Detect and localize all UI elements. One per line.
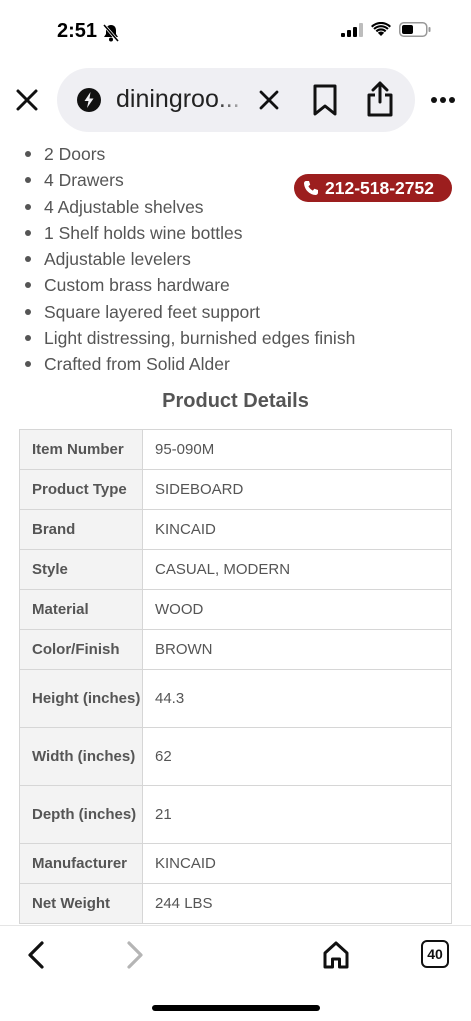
page-content: 2 Doors 4 Drawers 4 Adjustable shelves 1… (0, 138, 471, 925)
table-row: Product Type SIDEBOARD (19, 469, 452, 510)
tabs-button[interactable]: 40 (421, 940, 449, 968)
feature-item: 2 Doors (22, 143, 355, 169)
row-label: Width (inches) (19, 727, 143, 786)
row-label: Style (19, 549, 143, 590)
cellular-signal-icon (341, 22, 363, 37)
silent-bell-icon (102, 24, 120, 42)
row-value: 95-090M (142, 429, 452, 470)
phone-call-button[interactable]: 212-518-2752 (294, 174, 452, 202)
feature-item: Square layered feet support (22, 301, 355, 327)
row-value: 244 LBS (142, 883, 452, 924)
row-label: Item Number (19, 429, 143, 470)
address-bar[interactable]: diningroo... (57, 68, 415, 132)
table-row: Manufacturer KINCAID (19, 843, 452, 884)
row-label: Material (19, 589, 143, 630)
table-row: Net Weight 244 LBS (19, 883, 452, 924)
share-icon[interactable] (365, 80, 395, 118)
close-icon[interactable] (13, 86, 41, 114)
tab-count[interactable]: 40 (427, 946, 443, 962)
row-value: KINCAID (142, 509, 452, 550)
phone-icon (304, 181, 318, 195)
feature-item: Custom brass hardware (22, 274, 355, 300)
feature-item: Crafted from Solid Alder (22, 353, 355, 379)
row-value: KINCAID (142, 843, 452, 884)
back-arrow-icon[interactable] (24, 939, 48, 971)
status-bar: 2:51 (0, 0, 471, 62)
bookmark-icon[interactable] (311, 83, 339, 117)
row-label: Net Weight (19, 883, 143, 924)
status-time: 2:51 (57, 20, 98, 42)
bottom-toolbar: 40 (0, 925, 471, 1021)
feature-item: 1 Shelf holds wine bottles (22, 222, 355, 248)
home-icon[interactable] (322, 940, 350, 970)
table-row: Color/Finish BROWN (19, 629, 452, 670)
table-row: Width (inches) 62 (19, 727, 452, 786)
row-label: Product Type (19, 469, 143, 510)
feature-item: Light distressing, burnished edges finis… (22, 327, 355, 353)
table-row: Brand KINCAID (19, 509, 452, 550)
table-row: Height (inches) 44.3 (19, 669, 452, 728)
browser-toolbar: diningroo... (0, 62, 471, 138)
battery-icon (399, 22, 431, 37)
row-label: Brand (19, 509, 143, 550)
row-value: SIDEBOARD (142, 469, 452, 510)
row-label: Height (inches) (19, 669, 143, 728)
product-details-table: Item Number 95-090M Product Type SIDEBOA… (19, 429, 452, 924)
phone-number[interactable]: 212-518-2752 (325, 178, 434, 199)
row-label: Color/Finish (19, 629, 143, 670)
row-label: Depth (inches) (19, 785, 143, 844)
more-icon[interactable] (430, 96, 456, 104)
row-value: 44.3 (142, 669, 452, 728)
wifi-icon (371, 22, 391, 36)
forward-arrow-icon[interactable] (123, 939, 147, 971)
status-indicators (341, 22, 431, 37)
table-row: Depth (inches) 21 (19, 785, 452, 844)
table-row: Item Number 95-090M (19, 429, 452, 470)
site-icon (77, 88, 101, 112)
url-fade (217, 82, 249, 116)
row-label: Manufacturer (19, 843, 143, 884)
row-value: 62 (142, 727, 452, 786)
row-value: WOOD (142, 589, 452, 630)
row-value: CASUAL, MODERN (142, 549, 452, 590)
row-value: BROWN (142, 629, 452, 670)
row-value: 21 (142, 785, 452, 844)
clear-icon[interactable] (257, 88, 281, 112)
table-row: Style CASUAL, MODERN (19, 549, 452, 590)
feature-item: Adjustable levelers (22, 248, 355, 274)
table-row: Material WOOD (19, 589, 452, 630)
home-indicator (152, 1005, 320, 1011)
product-details-heading: Product Details (162, 390, 309, 412)
